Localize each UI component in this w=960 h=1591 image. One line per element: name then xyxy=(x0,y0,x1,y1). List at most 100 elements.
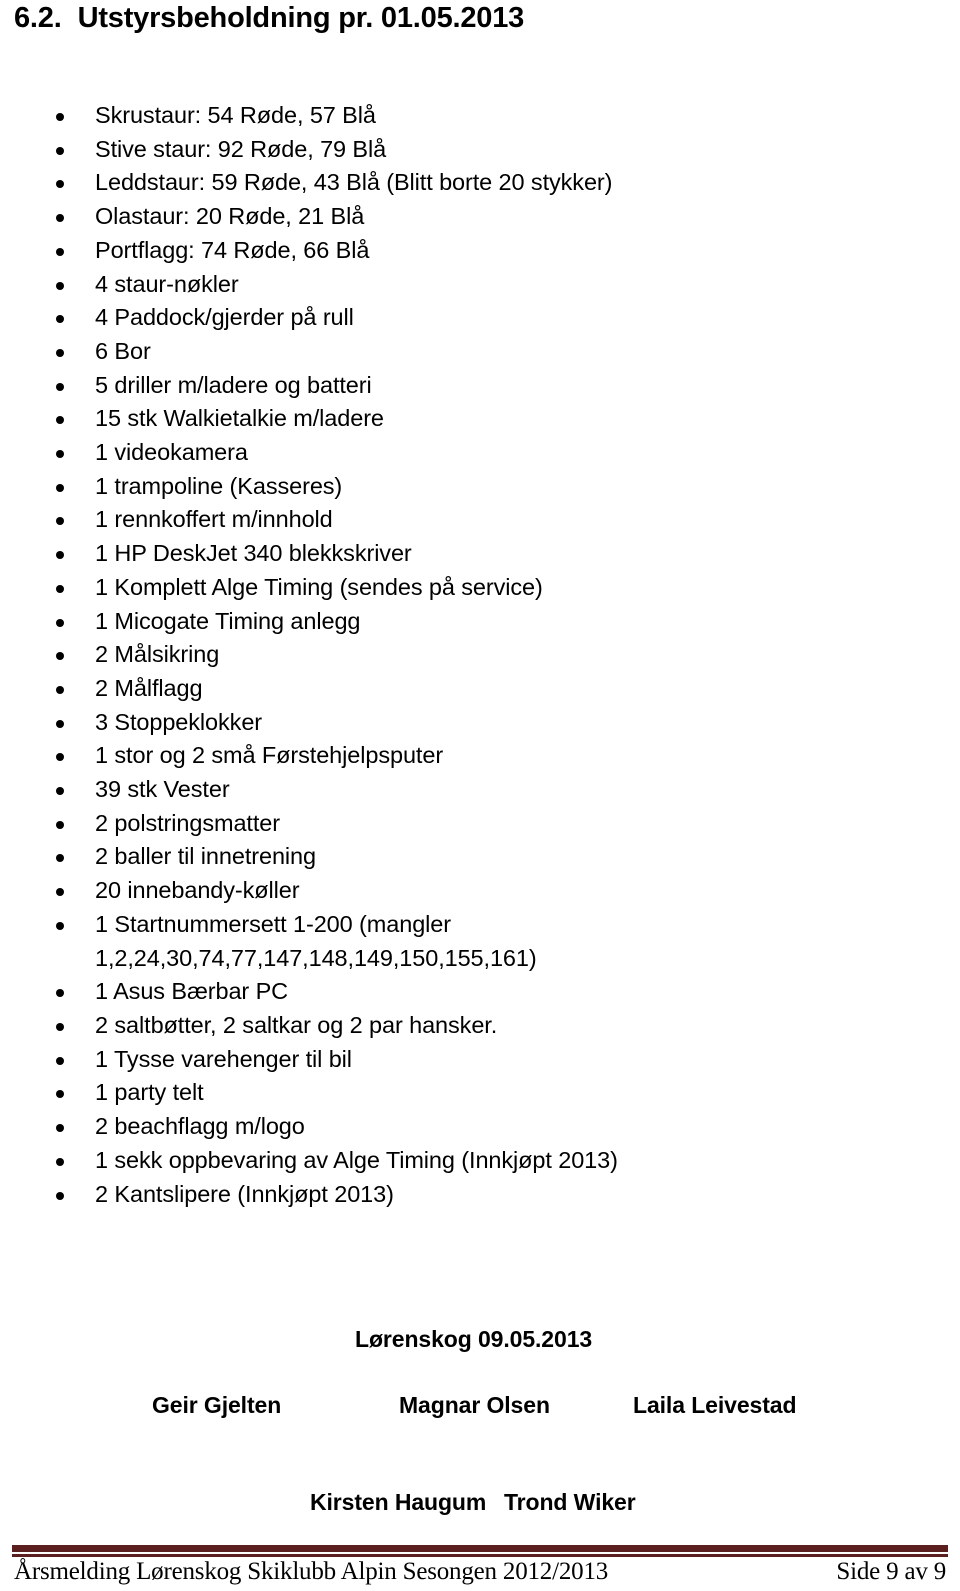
list-item-label: 1 Startnummersett 1-200 (mangler 1,2,24,… xyxy=(95,910,537,971)
list-item: 1 videokamera xyxy=(0,436,900,470)
bullet-dot-icon xyxy=(56,483,64,492)
list-item-label: 1 party telt xyxy=(95,1079,204,1106)
footer-divider xyxy=(12,1545,948,1558)
bullet-dot-icon xyxy=(56,753,64,762)
document-page: 6.2. Utstyrsbeholdning pr. 01.05.2013 Skr… xyxy=(0,0,960,1591)
list-item-label: 39 stk Vester xyxy=(95,776,230,803)
list-item-label: 4 staur-nøkler xyxy=(95,270,239,297)
list-item: 4 Paddock/gjerder på rull xyxy=(0,301,900,335)
list-item: Olastaur: 20 Røde, 21 Blå xyxy=(0,200,900,234)
list-item-label: 2 baller til innetrening xyxy=(95,843,316,870)
bullet-dot-icon xyxy=(56,921,64,930)
list-item: 1 sekk oppbevaring av Alge Timing (Innkj… xyxy=(0,1144,900,1178)
list-item-label: 2 Målsikring xyxy=(95,641,220,668)
signatory-geir-gjelten: Geir Gjelten xyxy=(152,1392,282,1418)
signatory-kirsten-haugum: Kirsten Haugum xyxy=(310,1489,487,1515)
list-item-label: 20 innebandy-køller xyxy=(95,877,300,904)
list-item-label: 1 sekk oppbevaring av Alge Timing (Innkj… xyxy=(95,1146,618,1173)
bullet-dot-icon xyxy=(56,517,64,526)
list-item: 2 Målsikring xyxy=(0,638,900,672)
bullet-dot-icon xyxy=(56,551,64,560)
list-item: 1 party telt xyxy=(0,1076,900,1110)
bullet-dot-icon xyxy=(56,685,64,694)
bullet-dot-icon xyxy=(56,652,64,661)
list-item: 2 Målflagg xyxy=(0,672,900,706)
list-item: 1 Tysse varehenger til bil xyxy=(0,1043,900,1077)
list-item: 1 rennkoffert m/innhold xyxy=(0,503,900,537)
list-item-label: 1 HP DeskJet 340 blekkskriver xyxy=(95,540,412,567)
list-item: 39 stk Vester xyxy=(0,773,900,807)
bullet-dot-icon xyxy=(56,1090,64,1099)
list-item-label: 1 Tysse varehenger til bil xyxy=(95,1045,352,1072)
list-item-label: 2 Kantslipere (Innkjøpt 2013) xyxy=(95,1180,394,1207)
signature-place-date: Lørenskog 09.05.2013 xyxy=(355,1326,593,1352)
list-item-label: 2 saltbøtter, 2 saltkar og 2 par hansker… xyxy=(95,1011,498,1038)
section-title: Utstyrsbeholdning pr. 01.05.2013 xyxy=(77,2,525,34)
list-item: 15 stk Walkietalkie m/ladere xyxy=(0,402,900,436)
list-item: Stive staur: 92 Røde, 79 Blå xyxy=(0,133,900,167)
list-item-label: 1 videokamera xyxy=(95,439,248,466)
list-item-label: 4 Paddock/gjerder på rull xyxy=(95,304,354,331)
list-item: 1 Komplett Alge Timing (sendes på servic… xyxy=(0,571,900,605)
list-item: 2 saltbøtter, 2 saltkar og 2 par hansker… xyxy=(0,1009,900,1043)
list-item: 5 driller m/ladere og batteri xyxy=(0,369,900,403)
bullet-dot-icon xyxy=(56,382,64,391)
list-item: 1 Micogate Timing anlegg xyxy=(0,605,900,639)
footer-divider-thick-bar xyxy=(12,1545,948,1552)
section-number: 6.2. xyxy=(14,2,62,34)
list-item-label: Stive staur: 92 Røde, 79 Blå xyxy=(95,135,387,162)
list-item-label: 1 trampoline (Kasseres) xyxy=(95,472,343,499)
list-item: Portflagg: 74 Røde, 66 Blå xyxy=(0,234,900,268)
bullet-dot-icon xyxy=(56,146,64,155)
bullet-dot-icon xyxy=(56,348,64,357)
list-item-label: Portflagg: 74 Røde, 66 Blå xyxy=(95,236,370,263)
list-item: 1 HP DeskJet 340 blekkskriver xyxy=(0,537,900,571)
bullet-dot-icon xyxy=(56,888,64,897)
list-item: Leddstaur: 59 Røde, 43 Blå (Blitt borte … xyxy=(0,166,900,200)
equipment-list: Skrustaur: 54 Røde, 57 Blå Stive staur: 9… xyxy=(0,99,900,1211)
signatory-laila-leivestad: Laila Leivestad xyxy=(633,1392,797,1418)
bullet-dot-icon xyxy=(56,1157,64,1166)
bullet-dot-icon xyxy=(56,584,64,593)
bullet-dot-icon xyxy=(56,618,64,627)
list-item-label: Skrustaur: 54 Røde, 57 Blå xyxy=(95,102,376,128)
list-item: 3 Stoppeklokker xyxy=(0,706,900,740)
list-item: 2 baller til innetrening xyxy=(0,840,900,874)
bullet-dot-icon xyxy=(56,113,64,121)
list-item-label: 6 Bor xyxy=(95,337,151,364)
list-item-label: 2 polstringsmatter xyxy=(95,809,280,836)
list-item: 2 Kantslipere (Innkjøpt 2013) xyxy=(0,1178,900,1212)
list-item-label: 1 Asus Bærbar PC xyxy=(95,978,289,1005)
list-item-label: 3 Stoppeklokker xyxy=(95,708,263,735)
page-title: 6.2. Utstyrsbeholdning pr. 01.05.2013 xyxy=(14,2,524,35)
bullet-dot-icon xyxy=(56,719,64,728)
bullet-dot-icon xyxy=(56,247,64,256)
list-item: 1 Asus Bærbar PC xyxy=(0,975,900,1009)
bullet-dot-icon xyxy=(56,854,64,863)
bullet-dot-icon xyxy=(56,450,64,459)
signatory-magnar-olsen: Magnar Olsen xyxy=(399,1392,550,1418)
bullet-dot-icon xyxy=(56,1022,64,1031)
list-item-label: Olastaur: 20 Røde, 21 Blå xyxy=(95,203,365,230)
footer-page-number: Side 9 av 9 xyxy=(836,1558,946,1585)
list-item: Skrustaur: 54 Røde, 57 Blå xyxy=(0,99,900,133)
footer-divider-thin-bar xyxy=(12,1554,948,1557)
list-item-label: Leddstaur: 59 Røde, 43 Blå (Blitt borte … xyxy=(95,169,613,196)
bullet-dot-icon xyxy=(56,787,64,796)
bullet-dot-icon xyxy=(56,315,64,324)
bullet-dot-icon xyxy=(56,1124,64,1133)
list-item: 1 trampoline (Kasseres) xyxy=(0,470,900,504)
bullet-dot-icon xyxy=(56,820,64,829)
list-item: 2 polstringsmatter xyxy=(0,807,900,841)
list-item-label: 1 stor og 2 små Førstehjelpsputer xyxy=(95,742,444,769)
bullet-dot-icon xyxy=(56,989,64,998)
signature-row-1: Geir Gjelten Magnar Olsen Laila Leivesta… xyxy=(0,1392,960,1422)
list-item-label: 1 Komplett Alge Timing (sendes på servic… xyxy=(95,573,543,600)
list-item-label: 2 beachflagg m/logo xyxy=(95,1113,305,1140)
list-item: 6 Bor xyxy=(0,335,900,369)
bullet-dot-icon xyxy=(56,416,64,425)
bullet-dot-icon xyxy=(56,180,64,189)
footer-document-title: Årsmelding Lørenskog Skiklubb Alpin Seso… xyxy=(14,1558,609,1585)
signature-row-2: Kirsten Haugum Trond Wiker xyxy=(0,1489,960,1519)
list-item: 4 staur-nøkler xyxy=(0,268,900,302)
